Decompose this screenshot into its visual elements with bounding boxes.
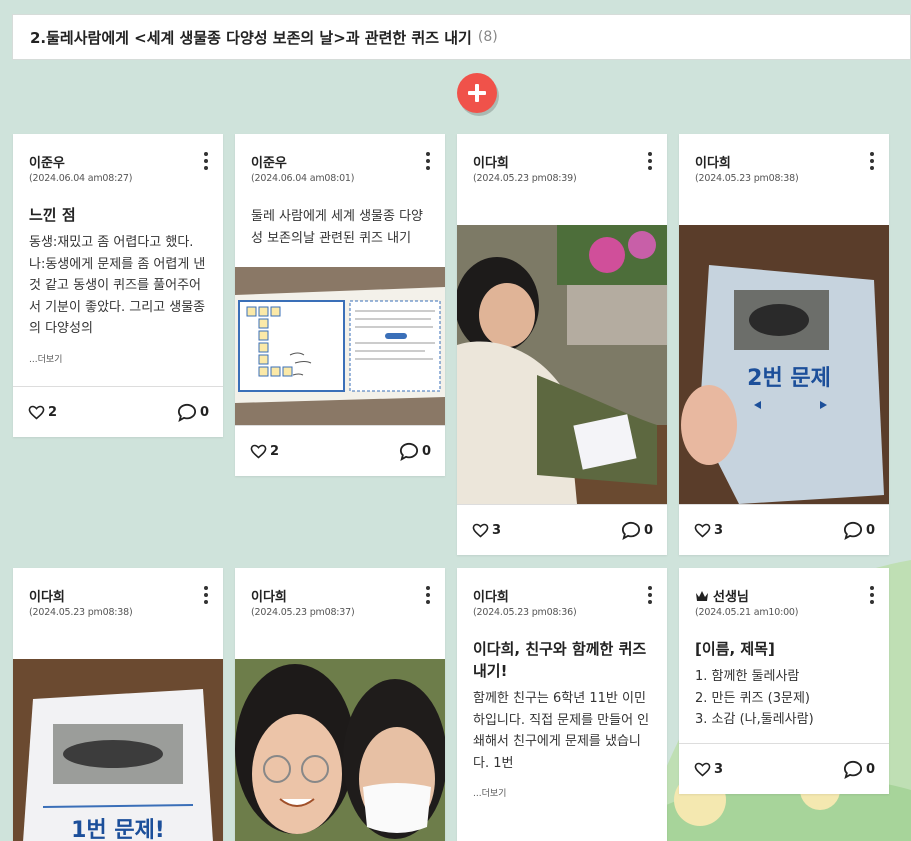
post-author: 이다희: [473, 590, 509, 605]
more-options-icon[interactable]: [203, 586, 209, 606]
selfie-photo: [235, 659, 445, 841]
comment-icon: [621, 521, 641, 540]
post-author: 이다희: [473, 156, 509, 171]
post-date: (2024.06.04 am08:27): [29, 173, 133, 184]
comment-button[interactable]: 0: [843, 521, 875, 540]
like-button[interactable]: 2: [28, 405, 57, 420]
post-line: 2. 만든 퀴즈 (3문제): [695, 690, 810, 706]
post-footer: 3 0: [679, 743, 889, 794]
post-card[interactable]: 이다희 (2024.05.23 pm08:39) 3 0: [457, 134, 667, 555]
quiz-booklet-photo: 2번 문제: [679, 225, 889, 504]
more-options-icon[interactable]: [425, 586, 431, 606]
like-count: 3: [714, 761, 724, 777]
post-line: 1. 함께한 둘레사람: [695, 669, 800, 684]
section-title: 2.둘레사람에게 <세계 생물종 다양성 보존의 날>과 관련한 퀴즈 내기: [30, 28, 472, 47]
post-date: (2024.05.23 pm08:36): [473, 607, 577, 618]
post-footer: 3 0: [457, 504, 667, 555]
post-line: 3. 소감 (나,둘레사람): [695, 712, 814, 727]
photo-text: 1번 문제!: [71, 818, 165, 841]
comment-icon: [843, 760, 863, 779]
post-footer: 3 0: [679, 504, 889, 555]
comment-icon: [843, 521, 863, 540]
heart-icon: [472, 523, 489, 538]
post-author: 이다희: [695, 156, 731, 171]
photo-text: 2번 문제: [747, 366, 831, 391]
post-author: 이준우: [29, 156, 65, 171]
post-card[interactable]: 이다희 (2024.05.23 pm08:37): [235, 568, 445, 841]
post-date: (2024.05.23 pm08:37): [251, 607, 355, 618]
like-button[interactable]: 3: [694, 762, 723, 777]
more-options-icon[interactable]: [647, 586, 653, 606]
post-author-name: 선생님: [713, 590, 749, 605]
section-header: 2.둘레사람에게 <세계 생물종 다양성 보존의 날>과 관련한 퀴즈 내기 (…: [12, 14, 911, 60]
crown-icon: [696, 590, 708, 601]
post-photo[interactable]: 1번 문제!: [13, 659, 223, 841]
comment-count: 0: [199, 404, 209, 420]
post-author: 선생님: [695, 586, 749, 605]
post-card[interactable]: 이준우 (2024.06.04 am08:01) 둘레 사람에게 세계 생물종 …: [235, 134, 445, 476]
girl-photo: [457, 225, 667, 504]
like-count: 2: [48, 404, 58, 420]
post-card[interactable]: 이준우 (2024.06.04 am08:27) 느낀 점 동생:재밌고 좀 어…: [13, 134, 223, 437]
like-count: 3: [492, 522, 502, 538]
comment-button[interactable]: 0: [843, 760, 875, 779]
more-options-icon[interactable]: [647, 152, 653, 172]
post-footer: 2 0: [235, 425, 445, 476]
like-count: 2: [270, 443, 280, 459]
more-options-icon[interactable]: [203, 152, 209, 172]
post-date: (2024.05.21 am10:00): [695, 607, 799, 618]
quiz-paper-photo: 1번 문제!: [13, 659, 223, 841]
post-photo[interactable]: 2번 문제: [679, 225, 889, 504]
post-card[interactable]: 이다희 (2024.05.23 pm08:38) 2번 문제 3 0: [679, 134, 889, 555]
post-body: 동생:재밌고 좀 어렵다고 했다. 나:동생에게 문제를 좀 어렵게 낸 것 같…: [29, 235, 206, 336]
post-date: (2024.05.23 pm08:39): [473, 173, 577, 184]
post-author: 이다희: [29, 590, 65, 605]
post-photo[interactable]: [235, 659, 445, 841]
post-card[interactable]: 선생님 (2024.05.21 am10:00) [이름, 제목] 1. 함께한…: [679, 568, 889, 794]
post-photo[interactable]: [235, 267, 445, 425]
plus-icon: [468, 84, 486, 102]
comment-button[interactable]: 0: [621, 521, 653, 540]
add-post-button[interactable]: [457, 73, 497, 113]
like-button[interactable]: 2: [250, 444, 279, 459]
post-date: (2024.05.23 pm08:38): [29, 607, 133, 618]
comment-icon: [177, 403, 197, 422]
like-count: 3: [714, 522, 724, 538]
heart-icon: [694, 762, 711, 777]
post-card[interactable]: 이다희 (2024.05.23 pm08:36) 이다희, 친구와 함께한 퀴즈…: [457, 568, 667, 841]
heart-icon: [28, 405, 45, 420]
post-body-list: 1. 함께한 둘레사람 2. 만든 퀴즈 (3문제) 3. 소감 (나,둘레사람…: [679, 666, 889, 731]
post-author: 이다희: [251, 590, 287, 605]
post-author: 이준우: [251, 156, 287, 171]
comment-icon: [399, 442, 419, 461]
more-options-icon[interactable]: [869, 586, 875, 606]
comment-count: 0: [865, 522, 875, 538]
comment-count: 0: [421, 443, 431, 459]
comment-count: 0: [865, 761, 875, 777]
like-button[interactable]: 3: [694, 523, 723, 538]
like-button[interactable]: 3: [472, 523, 501, 538]
heart-icon: [250, 444, 267, 459]
post-date: (2024.05.23 pm08:38): [695, 173, 799, 184]
post-photo[interactable]: [457, 225, 667, 504]
worksheet-photo: [235, 267, 445, 425]
heart-icon: [694, 523, 711, 538]
post-card[interactable]: 이다희 (2024.05.23 pm08:38) 1번 문제!: [13, 568, 223, 841]
comment-button[interactable]: 0: [177, 403, 209, 422]
post-footer: 2 0: [13, 386, 223, 437]
more-options-icon[interactable]: [869, 152, 875, 172]
section-count: (8): [477, 29, 498, 45]
read-more-link[interactable]: ...더보기: [13, 352, 223, 365]
comment-button[interactable]: 0: [399, 442, 431, 461]
more-options-icon[interactable]: [425, 152, 431, 172]
post-body: 함께한 친구는 6학년 11반 이민하입니다. 직접 문제를 만들어 인쇄해서 …: [473, 691, 650, 771]
comment-count: 0: [643, 522, 653, 538]
read-more-link[interactable]: ...더보기: [457, 786, 667, 799]
post-date: (2024.06.04 am08:01): [251, 173, 355, 184]
